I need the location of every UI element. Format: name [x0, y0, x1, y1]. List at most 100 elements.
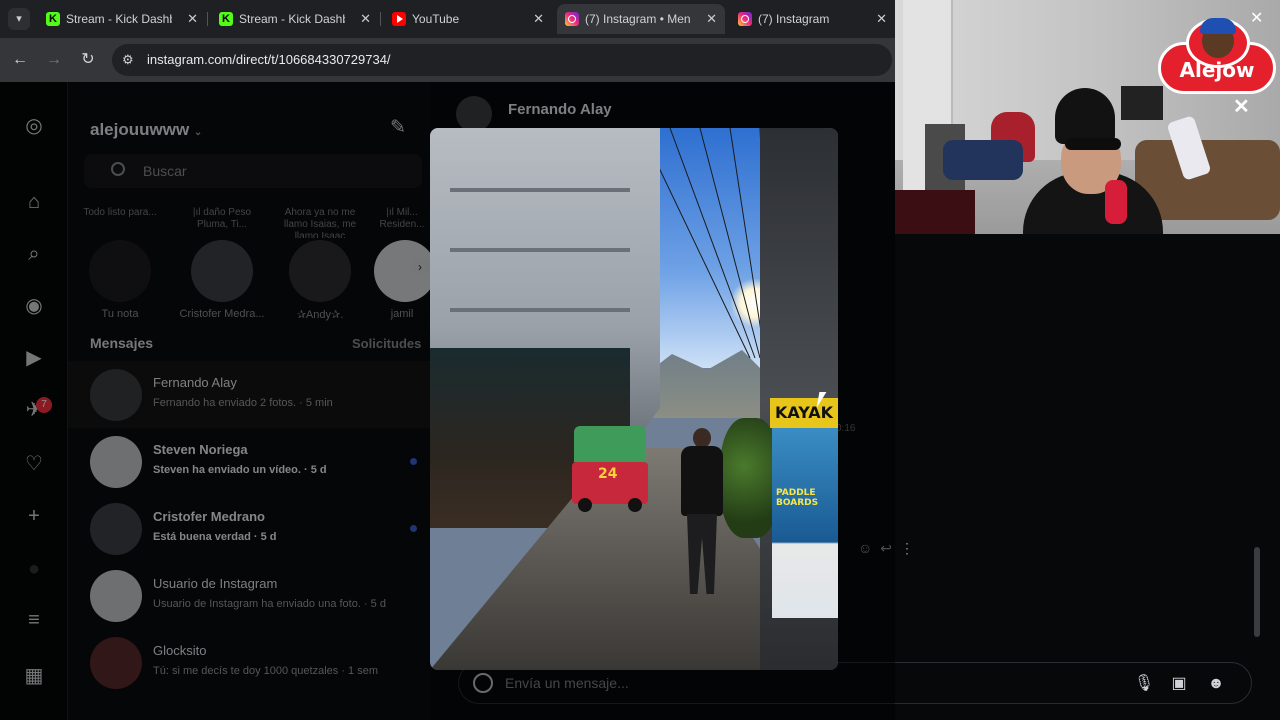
reload-icon[interactable]: ↻ — [77, 49, 99, 71]
site-settings-icon[interactable]: ⚙ — [122, 52, 138, 68]
thread-item[interactable]: Fernando Alay Fernando ha enviado 2 foto… — [68, 361, 430, 428]
photo-balcony — [450, 308, 630, 312]
kick-icon: K — [46, 12, 60, 26]
nav-rail: ◎ ⌂ ⌕ ◉ ▶ ✈ 7 ♡ + ● ≡ ▦ — [0, 82, 68, 720]
streamer-cap-brim — [1065, 138, 1121, 150]
close-icon[interactable]: ✕ — [876, 4, 887, 34]
thread-name: Glocksito — [153, 643, 207, 658]
back-arrow-icon[interactable]: ← — [9, 49, 31, 71]
reels-icon[interactable]: ▶ — [22, 346, 46, 370]
unread-dot — [410, 525, 417, 532]
avatar — [90, 436, 142, 488]
menu-icon[interactable]: ≡ — [22, 608, 46, 632]
avatar[interactable] — [456, 96, 492, 132]
chevron-down-icon: ⌄ — [193, 127, 203, 138]
tab-label: (7) Instagram — [758, 12, 830, 26]
tab-search-button[interactable]: ▾ — [8, 8, 30, 30]
note-item[interactable]: Todo listo para... Tu nota — [80, 204, 160, 320]
tab-youtube[interactable]: YouTube ✕ — [384, 4, 552, 34]
close-icon[interactable]: ✕ — [360, 4, 371, 34]
person-torso — [681, 446, 723, 516]
instagram-logo-icon[interactable]: ◎ — [22, 114, 46, 138]
message-timestamp: 0:16 — [836, 423, 856, 434]
search-input[interactable]: Buscar — [84, 154, 422, 188]
microphone-icon[interactable]: 🎙 — [1133, 673, 1155, 695]
tuktuk-number: 24 — [598, 466, 618, 482]
avatar — [89, 240, 151, 302]
thread-name: Fernando Alay — [153, 375, 237, 390]
conversation-title[interactable]: Fernando Alay — [508, 101, 612, 118]
photo-person — [675, 428, 729, 598]
scrollbar[interactable] — [1254, 547, 1260, 637]
photo-poster — [772, 428, 838, 618]
tuktuk-wheel — [628, 498, 642, 512]
notes-next-arrow-icon[interactable]: › — [410, 257, 430, 277]
window-close-icon[interactable]: ✕ — [1250, 8, 1263, 28]
tab-divider — [207, 12, 208, 26]
forward-arrow-icon[interactable]: → — [43, 49, 65, 71]
react-emoji-icon[interactable]: ☺ — [858, 540, 880, 556]
avatar — [191, 240, 253, 302]
person-legs — [687, 514, 717, 594]
unread-dot — [410, 458, 417, 465]
notifications-heart-icon[interactable]: ♡ — [22, 452, 46, 476]
note-bubble: Ahora ya no me llamo Isaias, me llamo Is… — [283, 207, 357, 238]
more-options-icon[interactable]: ⋮ — [900, 540, 922, 556]
thread-name: Cristofer Medrano — [153, 509, 265, 524]
thread-preview: Tú: si me decís te doy 1000 quetzales · … — [153, 665, 379, 677]
tab-label: Stream - Kick Dashbo — [239, 12, 345, 26]
thread-item[interactable]: Steven Noriega Steven ha enviado un víde… — [68, 428, 430, 495]
address-toolbar: ← → ↻ ⚙ instagram.com/direct/t/106684330… — [0, 38, 895, 82]
explore-icon[interactable]: ◉ — [22, 294, 46, 318]
compose-message-icon[interactable]: ✎ — [386, 116, 410, 140]
close-icon[interactable]: ✕ — [706, 4, 717, 34]
thread-item[interactable]: Cristofer Medrano Está buena verdad · 5 … — [68, 495, 430, 562]
tuktuk-wheel — [578, 498, 592, 512]
note-bubble: |ıl Mil... Residen... — [379, 207, 425, 230]
close-icon[interactable]: ✕ — [533, 4, 544, 34]
avatar — [289, 240, 351, 302]
tab-kick-2[interactable]: K Stream - Kick Dashbo ✕ — [211, 4, 379, 34]
thread-item[interactable]: Usuario de Instagram Usuario de Instagra… — [68, 562, 430, 629]
apps-icon[interactable]: ▦ — [22, 664, 46, 688]
close-icon[interactable]: ✕ — [187, 4, 198, 34]
account-switcher[interactable]: alejouuwww ⌄ — [90, 120, 202, 140]
message-input[interactable]: Envía un mensaje... — [505, 675, 629, 691]
tab-label: Stream - Kick Dashbo — [66, 12, 172, 26]
home-icon[interactable]: ⌂ — [22, 190, 46, 214]
thread-preview: Está buena verdad · 5 d — [153, 531, 277, 543]
note-item[interactable]: |ıl daño Peso Pluma, Ti... Cristofer Med… — [176, 204, 268, 320]
screen: ▾ K Stream - Kick Dashbo ✕ K Stream - Ki… — [0, 0, 1280, 720]
tab-divider — [380, 12, 381, 26]
microphone — [1105, 180, 1127, 224]
emoji-icon[interactable] — [473, 673, 493, 693]
photo-plants — [720, 418, 780, 538]
profile-avatar-icon[interactable]: ● — [22, 557, 46, 581]
inbox-panel: alejouuwww ⌄ ✎ Buscar Todo listo para...… — [68, 82, 430, 720]
photo-viewer-image[interactable]: 24 KAYAK PADDLE BOARDS — [430, 128, 838, 670]
thread-name: Usuario de Instagram — [153, 576, 278, 591]
tab-kick-1[interactable]: K Stream - Kick Dashbo ✕ — [38, 4, 206, 34]
tuktuk-roof — [574, 426, 646, 462]
note-name: ✰Andy✰. — [296, 309, 344, 321]
image-upload-icon[interactable]: ▣ — [1168, 673, 1190, 695]
note-item[interactable]: Ahora ya no me llamo Isaias, me llamo Is… — [280, 204, 360, 321]
url-bar[interactable]: ⚙ instagram.com/direct/t/106684330729734… — [112, 44, 892, 76]
avatar — [90, 570, 142, 622]
thread-preview: Fernando ha enviado 2 fotos. · 5 min — [153, 397, 333, 409]
instagram-icon — [565, 12, 579, 26]
viewer-close-icon[interactable]: ✕ — [1233, 94, 1250, 119]
reply-icon[interactable]: ↩ — [880, 540, 900, 556]
photo-poster-text: PADDLE BOARDS — [776, 488, 819, 508]
create-plus-icon[interactable]: + — [22, 504, 46, 528]
sticker-icon[interactable]: ☻ — [1205, 673, 1227, 695]
thread-preview: Usuario de Instagram ha enviado una foto… — [153, 598, 386, 610]
tab-label: YouTube — [412, 12, 460, 26]
tab-instagram-messages[interactable]: (7) Instagram • Mens ✕ — [557, 4, 725, 34]
avatar — [90, 637, 142, 689]
thread-item[interactable]: Glocksito Tú: si me decís te doy 1000 qu… — [68, 629, 430, 696]
search-icon[interactable]: ⌕ — [22, 242, 46, 266]
url-text: instagram.com/direct/t/106684330729734/ — [147, 52, 391, 67]
requests-link[interactable]: Solicitudes — [352, 336, 421, 351]
tab-instagram[interactable]: (7) Instagram ✕ — [730, 4, 895, 34]
